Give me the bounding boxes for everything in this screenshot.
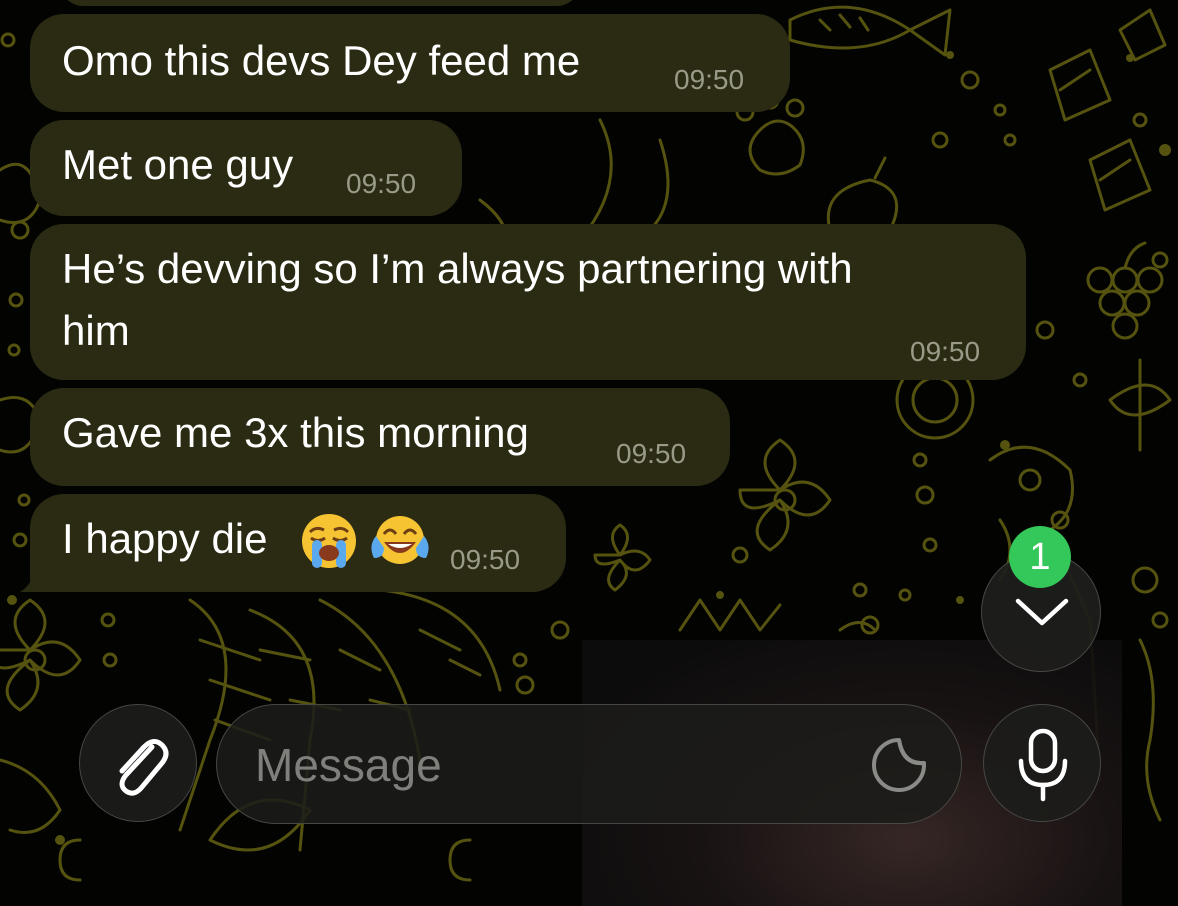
message-bubble-previous — [60, 0, 580, 6]
message-input-placeholder: Message — [255, 739, 442, 791]
face-with-tears-of-joy-emoji — [371, 516, 429, 564]
bubble-tail — [20, 560, 54, 592]
sticker-icon[interactable] — [869, 735, 929, 795]
attach-button[interactable] — [79, 704, 197, 822]
paperclip-icon — [119, 739, 169, 796]
message-bubble[interactable]: Omo this devs Dey feed me 09:50 — [30, 14, 790, 112]
message-bubble[interactable]: Met one guy 09:50 — [30, 120, 462, 216]
message-text: Gave me 3x this morning — [62, 409, 529, 456]
message-input[interactable]: Message — [216, 704, 962, 824]
message-text: Omo this devs Dey feed me — [62, 37, 581, 84]
message-text: I happy die — [62, 515, 268, 562]
voice-message-button[interactable] — [983, 704, 1101, 822]
loudly-crying-face-emoji — [302, 514, 356, 568]
message-bubble[interactable]: He’s devving so I’m always partnering wi… — [30, 224, 1026, 380]
message-time: 09:50 — [616, 438, 687, 469]
message-text-line2: him — [62, 307, 130, 354]
message-time: 09:50 — [450, 544, 521, 575]
message-time: 09:50 — [346, 168, 417, 199]
message-bubble[interactable]: I happy die 09:50 — [30, 494, 566, 592]
message-time: 09:50 — [674, 64, 745, 95]
message-time: 09:50 — [910, 336, 981, 367]
chat-screen: Omo this devs Dey feed me 09:50 Met one … — [0, 0, 1178, 906]
message-text: Met one guy — [62, 141, 294, 188]
chevron-down-icon — [1015, 598, 1069, 626]
message-bubble[interactable]: Gave me 3x this morning 09:50 — [30, 388, 730, 486]
microphone-icon — [1018, 728, 1068, 802]
message-text: He’s devving so I’m always partnering wi… — [62, 245, 853, 292]
unread-count-badge: 1 — [1009, 526, 1071, 588]
